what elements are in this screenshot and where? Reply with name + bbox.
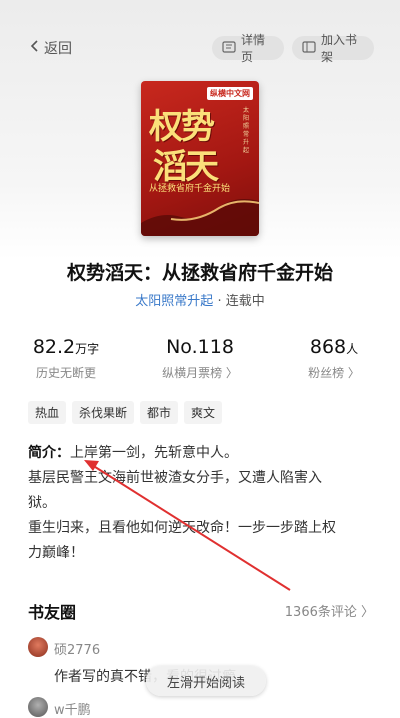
fans-unit: 人 xyxy=(346,342,359,356)
word-count-label: 历史无断更 xyxy=(35,366,96,380)
publisher-badge: 纵横中文网 xyxy=(207,87,253,100)
start-reading-button[interactable]: 左滑开始阅读 xyxy=(146,666,266,696)
back-button[interactable]: 返回 xyxy=(30,38,72,58)
top-nav: 返回 详情页 加入书架 xyxy=(0,33,400,64)
tag-item[interactable]: 杀伐果断 xyxy=(72,401,135,424)
book-title: 权势滔天：从拯救省府千金开始 xyxy=(66,262,333,284)
comments-link[interactable]: 1366条评论 〉 xyxy=(285,601,374,620)
bookshelf-icon xyxy=(302,40,316,56)
word-count-value: 82.2 xyxy=(32,336,76,358)
book-cover[interactable]: 纵横中文网 权势 滔天 太阳照常升起 从拯救省府千金开始 xyxy=(141,81,259,236)
fans-label: 粉丝榜 〉 xyxy=(308,366,360,380)
author-link[interactable]: 太阳照常升起 xyxy=(135,294,213,309)
add-to-shelf-button[interactable]: 加入书架 xyxy=(292,33,374,64)
author-line: 太阳照常升起 · 连载中 xyxy=(0,290,400,309)
intro-line: 重生归来，且看他如何逆天改命！一步一步踏上权 xyxy=(28,520,336,536)
rank-label: 纵横月票榜 〉 xyxy=(162,366,238,380)
stat-monthly-ticket-rank[interactable]: No.118 纵横月票榜 〉 xyxy=(140,336,260,381)
chevron-left-icon xyxy=(30,39,40,57)
avatar[interactable] xyxy=(28,637,48,657)
avatar[interactable] xyxy=(28,697,48,717)
serial-status: · 连载中 xyxy=(217,294,265,309)
rank-value: No.118 xyxy=(166,336,234,358)
tag-item[interactable]: 都市 xyxy=(140,401,179,424)
intro-line: 狱。 xyxy=(28,495,56,511)
tag-item[interactable]: 爽文 xyxy=(184,401,223,424)
intro-label: 简介： xyxy=(28,445,70,461)
comment-username[interactable]: w千鹏 xyxy=(54,699,91,718)
book-icon xyxy=(222,40,236,56)
back-label: 返回 xyxy=(44,41,72,57)
stat-word-count: 82.2万字 历史无断更 xyxy=(6,336,126,381)
intro-line: 上岸第一剑，先斩意中人。 xyxy=(70,445,238,461)
book-intro[interactable]: 简介：上岸第一剑，先斩意中人。 基层民警王文海前世被渣女分手，又遭人陷害入 狱。… xyxy=(28,441,374,566)
tag-item[interactable]: 热血 xyxy=(28,401,67,424)
comment-username[interactable]: 硕2776 xyxy=(54,639,100,658)
reader-circle-header: 书友圈 1366条评论 〉 xyxy=(28,599,374,623)
intro-line: 力巅峰！ xyxy=(28,545,84,561)
detail-page-label: 详情页 xyxy=(241,33,266,64)
detail-page-button[interactable]: 详情页 xyxy=(212,33,284,64)
fans-value: 868 xyxy=(309,336,347,358)
intro-line: 基层民警王文海前世被渣女分手，又遭人陷害入 xyxy=(28,470,322,486)
stat-fans[interactable]: 868人 粉丝榜 〉 xyxy=(274,336,394,381)
word-count-unit: 万字 xyxy=(75,342,100,356)
tag-list: 热血 杀伐果断 都市 爽文 xyxy=(28,401,223,424)
stats-row: 82.2万字 历史无断更 No.118 纵横月票榜 〉 868人 粉丝榜 〉 xyxy=(0,336,400,380)
cover-author-vertical: 太阳照常升起 xyxy=(243,107,250,154)
add-to-shelf-label: 加入书架 xyxy=(321,33,358,64)
great-wall-illustration xyxy=(141,199,259,236)
